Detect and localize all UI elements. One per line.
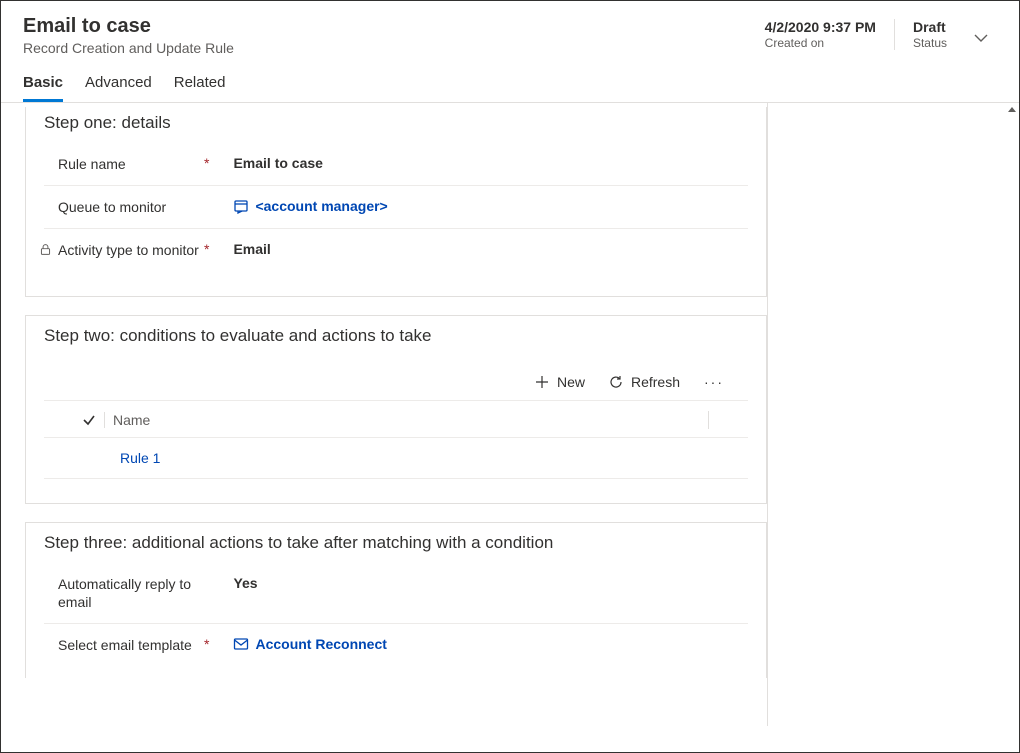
template-icon bbox=[233, 636, 249, 652]
queue-row: Queue to monitor * <account manager> bbox=[44, 186, 748, 229]
activity-type-label: Activity type to monitor bbox=[44, 241, 204, 259]
expand-chevron[interactable] bbox=[965, 24, 997, 46]
auto-reply-label: Automatically reply to email bbox=[44, 575, 204, 611]
new-button[interactable]: New bbox=[535, 374, 585, 390]
queue-label: Queue to monitor bbox=[44, 198, 204, 216]
required-indicator: * bbox=[204, 636, 225, 652]
select-all-column[interactable] bbox=[74, 413, 104, 427]
scrollbar[interactable] bbox=[1007, 103, 1019, 726]
step-two-card: Step two: conditions to evaluate and act… bbox=[25, 315, 767, 504]
column-spacer bbox=[708, 411, 748, 429]
created-on-label: Created on bbox=[765, 36, 876, 50]
rule-name-label: Rule name bbox=[44, 155, 204, 173]
template-value[interactable]: Account Reconnect bbox=[225, 636, 748, 652]
checkmark-icon bbox=[82, 413, 96, 427]
new-label: New bbox=[557, 374, 585, 390]
created-on-block: 4/2/2020 9:37 PM Created on bbox=[747, 19, 876, 50]
tab-advanced[interactable]: Advanced bbox=[85, 74, 152, 102]
page-header: Email to case Record Creation and Update… bbox=[1, 1, 1019, 103]
grid-header: Name bbox=[44, 401, 748, 438]
tabs: Basic Advanced Related bbox=[23, 74, 747, 102]
table-row[interactable]: Rule 1 bbox=[44, 438, 748, 479]
refresh-label: Refresh bbox=[631, 374, 680, 390]
rule-link[interactable]: Rule 1 bbox=[104, 450, 160, 466]
refresh-icon bbox=[609, 375, 623, 389]
status-value: Draft bbox=[913, 19, 947, 35]
column-name-header[interactable]: Name bbox=[104, 412, 708, 428]
plus-icon bbox=[535, 375, 549, 389]
step-one-title: Step one: details bbox=[44, 113, 748, 133]
step-two-title: Step two: conditions to evaluate and act… bbox=[44, 326, 748, 346]
page-title: Email to case bbox=[23, 15, 747, 38]
status-label: Status bbox=[913, 36, 947, 50]
template-link[interactable]: Account Reconnect bbox=[255, 636, 386, 652]
lock-icon bbox=[39, 243, 52, 256]
right-pane bbox=[767, 103, 1019, 726]
step-three-title: Step three: additional actions to take a… bbox=[44, 533, 748, 553]
more-actions-button[interactable]: ··· bbox=[704, 374, 724, 390]
rule-name-value[interactable]: Email to case bbox=[225, 155, 748, 171]
step-two-toolbar: New Refresh ··· bbox=[44, 356, 748, 401]
activity-type-value: Email bbox=[225, 241, 748, 257]
auto-reply-row: Automatically reply to email * Yes bbox=[44, 563, 748, 624]
page-subtitle: Record Creation and Update Rule bbox=[23, 40, 747, 56]
template-row: Select email template * Account Reconnec… bbox=[44, 624, 748, 666]
required-indicator: * bbox=[204, 155, 225, 171]
activity-type-row: Activity type to monitor * Email bbox=[44, 229, 748, 271]
chevron-down-icon bbox=[973, 30, 989, 46]
template-label: Select email template bbox=[44, 636, 204, 654]
queue-value[interactable]: <account manager> bbox=[225, 198, 748, 214]
rule-name-row: Rule name * Email to case bbox=[44, 143, 748, 186]
step-three-card: Step three: additional actions to take a… bbox=[25, 522, 767, 679]
scroll-up-arrow-icon[interactable] bbox=[1007, 105, 1017, 115]
created-on-value: 4/2/2020 9:37 PM bbox=[765, 19, 876, 35]
queue-link[interactable]: <account manager> bbox=[255, 198, 387, 214]
auto-reply-value[interactable]: Yes bbox=[225, 575, 748, 591]
tab-basic[interactable]: Basic bbox=[23, 74, 63, 102]
step-one-card: Step one: details Rule name * Email to c… bbox=[25, 107, 767, 297]
tab-related[interactable]: Related bbox=[174, 74, 226, 102]
status-block: Draft Status bbox=[894, 19, 947, 50]
queue-icon bbox=[233, 198, 249, 214]
refresh-button[interactable]: Refresh bbox=[609, 374, 680, 390]
required-indicator: * bbox=[204, 241, 225, 257]
